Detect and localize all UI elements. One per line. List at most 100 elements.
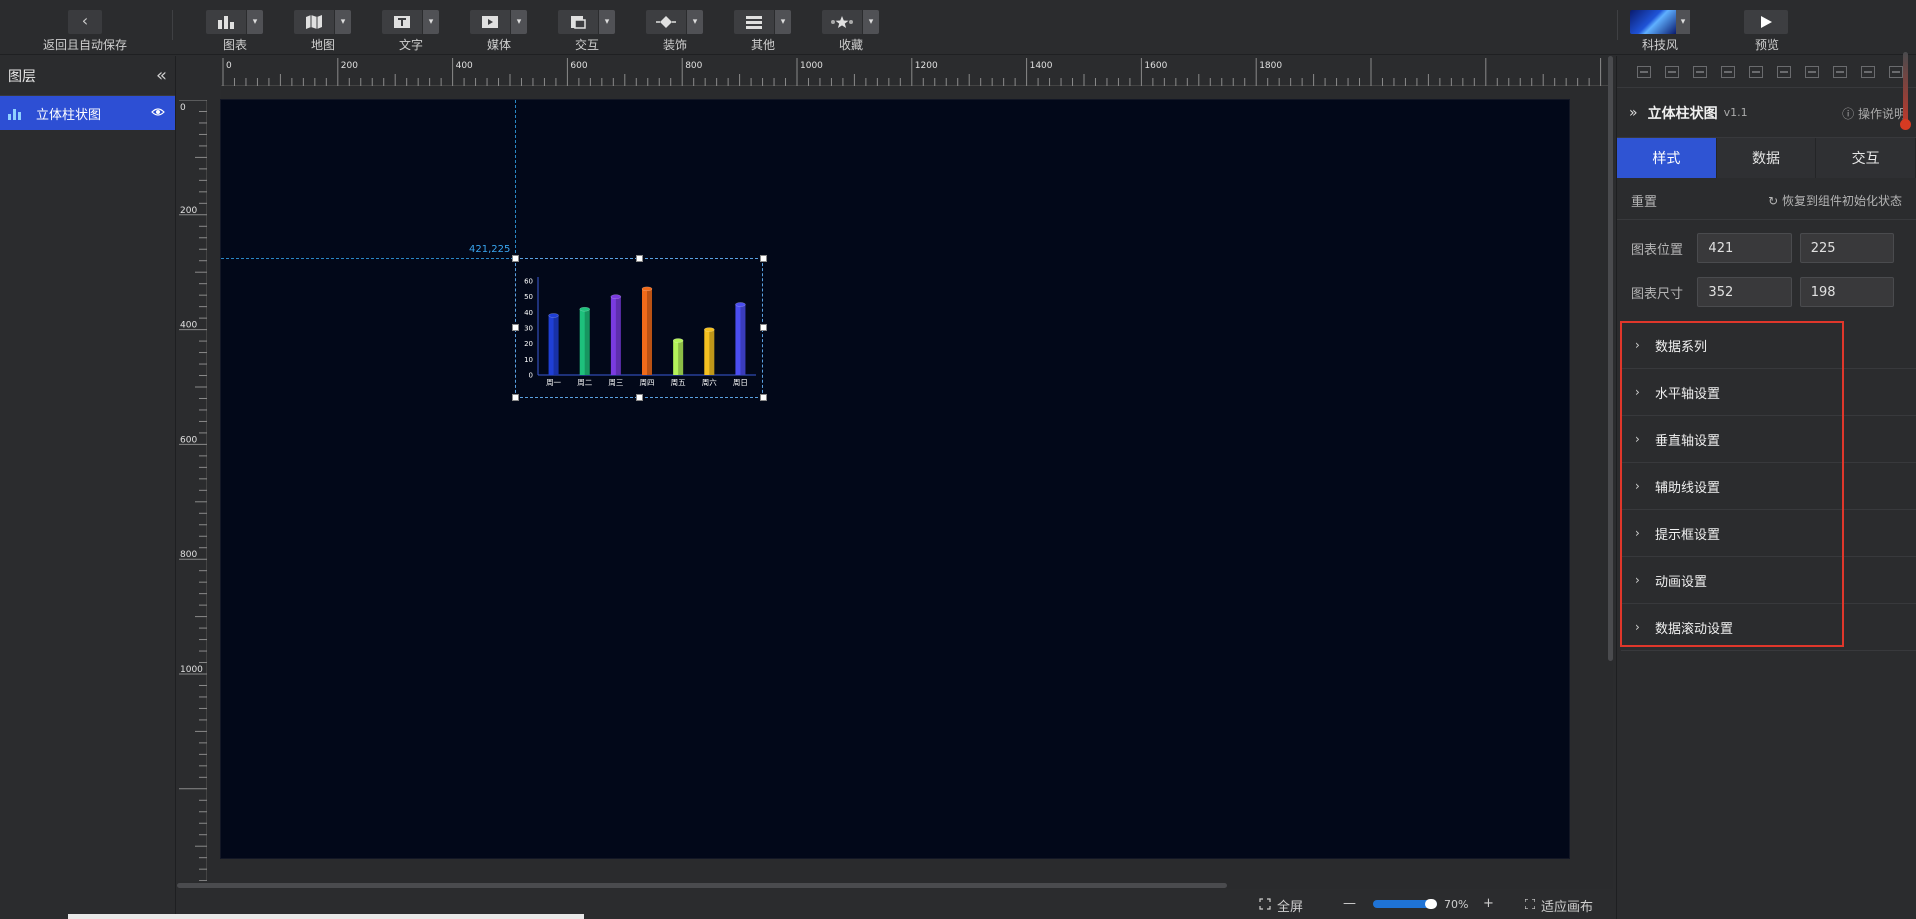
preview-label: 预览 xyxy=(1754,38,1779,52)
resize-handle[interactable] xyxy=(760,255,767,262)
align-bottom-icon[interactable] xyxy=(1693,65,1707,78)
scrollbar-knob[interactable] xyxy=(1900,119,1911,130)
group-label: 数据系列 xyxy=(1655,339,1708,355)
horizontal-ruler: 0 200 400 600 800 1000 1200 1400 1600 1800 xyxy=(221,56,1613,86)
help-label: 操作说明 xyxy=(1857,107,1906,121)
help-link[interactable]: ⓘ 操作说明 xyxy=(1842,105,1906,122)
design-canvas[interactable] xyxy=(221,100,1569,858)
fit-canvas-button[interactable]: 适应画布 xyxy=(1524,896,1593,915)
align-vertical-center-icon[interactable] xyxy=(1665,65,1679,78)
map-icon xyxy=(294,10,334,34)
resize-handle[interactable] xyxy=(760,394,767,401)
size-height-input[interactable]: 198 xyxy=(1799,277,1894,307)
align-left-icon[interactable] xyxy=(1721,65,1735,78)
bar-top-cap xyxy=(641,286,653,292)
resize-handle[interactable] xyxy=(760,324,767,331)
align-top-icon[interactable] xyxy=(1637,65,1651,78)
zoom-track[interactable] xyxy=(1373,899,1437,909)
media-icon xyxy=(470,10,510,34)
layer-order-icon[interactable] xyxy=(1889,65,1903,78)
decoration-icon xyxy=(646,10,686,34)
size-width-input[interactable]: 352 xyxy=(1697,277,1792,307)
collapse-icon[interactable]: « xyxy=(156,65,167,86)
page-progress-bar xyxy=(68,914,584,919)
ruler-label: 1000 xyxy=(800,61,823,71)
bar-side-shade xyxy=(615,296,621,375)
bar-chart: 0 10 20 30 40 50 60 周一 周二 周三 周四 周五 周六 周日 xyxy=(524,277,756,387)
horizontal-scrollbar[interactable] xyxy=(177,881,1613,889)
resize-handle[interactable] xyxy=(636,394,643,401)
chevron-down-icon[interactable]: ▾ xyxy=(687,10,703,34)
tool-interaction[interactable]: ▾ 交互 xyxy=(558,10,616,52)
group-animation[interactable]: › 动画设置 xyxy=(1621,557,1916,604)
resize-handle[interactable] xyxy=(512,394,519,401)
chevron-down-icon[interactable]: ▾ xyxy=(1676,10,1690,34)
ruler-label: 400 xyxy=(180,321,197,331)
chevron-down-icon[interactable]: ▾ xyxy=(423,10,439,34)
position-y-input[interactable]: 225 xyxy=(1799,233,1894,263)
theme-label: 科技风 xyxy=(1641,38,1678,52)
resize-handle[interactable] xyxy=(512,324,519,331)
tool-other[interactable]: ▾ 其他 xyxy=(734,10,792,52)
settings-groups: › 数据系列 › 水平轴设置 › 垂直轴设置 › 辅助线设置 › 提示框设置 › 动画设置 … xyxy=(1621,322,1916,651)
tab-style[interactable]: 样式 xyxy=(1617,138,1717,178)
double-chevron-right-icon[interactable]: » xyxy=(1629,105,1638,121)
distribute-horizontal-icon[interactable] xyxy=(1805,65,1819,78)
back-and-save-button[interactable]: ‹ 返回且自动保存 xyxy=(42,10,128,52)
preview-button[interactable]: 预览 xyxy=(1744,10,1790,53)
chevron-down-icon[interactable]: ▾ xyxy=(775,10,791,34)
group-tooltip[interactable]: › 提示框设置 xyxy=(1621,510,1916,557)
size-row: 图表尺寸 352 198 xyxy=(1617,270,1916,314)
resize-handle[interactable] xyxy=(512,255,519,262)
tool-map[interactable]: ▾ 地图 xyxy=(294,10,352,52)
ruler-label: 200 xyxy=(341,61,358,71)
align-horizontal-center-icon[interactable] xyxy=(1749,65,1763,78)
scrollbar-thumb[interactable] xyxy=(1608,56,1613,661)
chevron-down-icon[interactable]: ▾ xyxy=(247,10,263,34)
tab-data[interactable]: 数据 xyxy=(1716,138,1817,178)
distribute-vertical-icon[interactable] xyxy=(1833,65,1847,78)
vertical-scrollbar[interactable] xyxy=(1607,56,1613,889)
tool-chart[interactable]: ▾ 图表 xyxy=(206,10,264,52)
position-label: 图表位置 xyxy=(1631,242,1684,258)
component-name: 立体柱状图 xyxy=(1647,105,1718,122)
tool-decoration[interactable]: ▾ 装饰 xyxy=(646,10,704,52)
bar-side-shade xyxy=(584,309,590,375)
zoom-slider[interactable] xyxy=(1373,899,1437,909)
theme-selector[interactable]: ▾ 科技风 xyxy=(1630,10,1690,53)
position-x-input[interactable]: 421 xyxy=(1697,233,1792,263)
tab-interaction[interactable]: 交互 xyxy=(1816,138,1916,178)
zoom-in-button[interactable]: + xyxy=(1483,896,1494,911)
same-size-icon[interactable] xyxy=(1861,65,1875,78)
resize-handle[interactable] xyxy=(636,255,643,262)
chevron-right-icon: › xyxy=(1635,338,1640,352)
refresh-icon: ↻ xyxy=(1768,194,1779,208)
scrollbar-thumb[interactable] xyxy=(177,883,1227,888)
panel-scrollbar[interactable] xyxy=(1900,52,1911,130)
tool-media[interactable]: ▾ 媒体 xyxy=(470,10,528,52)
chevron-down-icon[interactable]: ▾ xyxy=(599,10,615,34)
layer-item[interactable]: 立体柱状图 xyxy=(0,96,175,130)
chevron-down-icon[interactable]: ▾ xyxy=(863,10,879,34)
tool-favorites[interactable]: ▾ 收藏 xyxy=(822,10,880,52)
ruler-label: 800 xyxy=(180,550,197,560)
align-right-icon[interactable] xyxy=(1777,65,1791,78)
chevron-down-icon[interactable]: ▾ xyxy=(511,10,527,34)
position-row: 图表位置 421 225 xyxy=(1617,226,1916,270)
group-data-scroll[interactable]: › 数据滚动设置 xyxy=(1621,604,1916,651)
tool-map-label: 地图 xyxy=(310,38,335,52)
restore-default-button[interactable]: ↻ 恢复到组件初始化状态 xyxy=(1768,192,1902,209)
tool-decoration-label: 装饰 xyxy=(662,38,687,52)
fullscreen-button[interactable]: 全屏 xyxy=(1259,896,1303,915)
group-data-series[interactable]: › 数据系列 xyxy=(1621,322,1916,369)
group-y-axis[interactable]: › 垂直轴设置 xyxy=(1621,416,1916,463)
chevron-down-icon[interactable]: ▾ xyxy=(335,10,351,34)
zoom-knob[interactable] xyxy=(1425,899,1437,909)
eye-icon[interactable] xyxy=(151,105,165,119)
ruler-label: 0 xyxy=(180,103,186,113)
group-x-axis[interactable]: › 水平轴设置 xyxy=(1621,369,1916,416)
selected-chart-component[interactable]: 0 10 20 30 40 50 60 周一 周二 周三 周四 周五 周六 周日 xyxy=(515,258,763,398)
tool-text[interactable]: ▾ 文字 xyxy=(382,10,440,52)
group-guide-lines[interactable]: › 辅助线设置 xyxy=(1621,463,1916,510)
zoom-out-button[interactable]: — xyxy=(1343,896,1356,911)
